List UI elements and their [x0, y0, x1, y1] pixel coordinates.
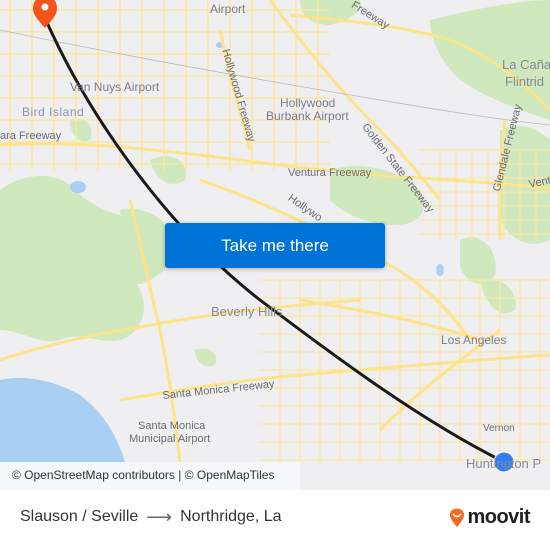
footer-bar: Slauson / Seville ⟶ Northridge, La moovi…: [0, 490, 550, 550]
map-label: Ventura Freeway: [288, 167, 372, 179]
map-label: Bird Island: [22, 105, 85, 119]
map-label: Flintrid: [505, 74, 545, 89]
origin-label: Slauson / Seville: [20, 508, 139, 525]
map-label: Airport: [210, 2, 246, 16]
map-label: Van Nuys Airport: [70, 80, 160, 94]
route-summary: Slauson / Seville ⟶ Northridge, La: [20, 508, 282, 526]
pin-dot: [41, 3, 49, 11]
map-attribution[interactable]: © OpenStreetMap contributors | © OpenMap…: [0, 462, 300, 490]
arrow-right-icon: ⟶: [146, 507, 173, 527]
map-label: Los Angeles: [441, 333, 507, 347]
map-label: Hollywood: [280, 96, 336, 110]
moovit-pin-icon: [450, 508, 465, 527]
map-label: Vernon: [483, 423, 515, 434]
map-view[interactable]: Airport Van Nuys Airport Bird Island ara…: [0, 0, 550, 490]
destination-label: Northridge, La: [180, 508, 282, 525]
map-label: Huntington P: [466, 456, 542, 471]
map-label: ara Freeway: [0, 130, 62, 142]
moovit-logo[interactable]: moovit: [449, 506, 530, 529]
take-me-there-button[interactable]: Take me there: [165, 223, 385, 268]
map-label: Municipal Airport: [129, 433, 211, 445]
map-label: Beverly Hills: [211, 304, 283, 319]
moovit-wordmark: moovit: [467, 506, 530, 528]
map-label: Burbank Airport: [266, 109, 349, 123]
map-label: Santa Monica: [138, 420, 206, 432]
map-label: La Caña: [502, 57, 550, 72]
